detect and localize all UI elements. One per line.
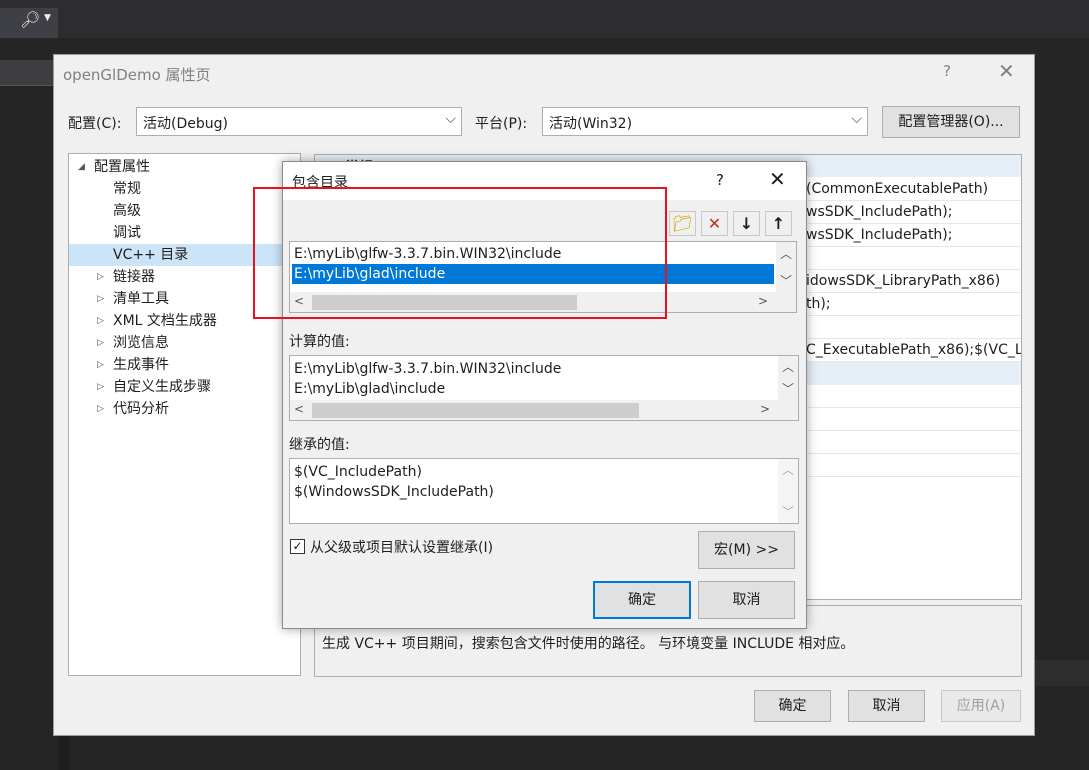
computed-values-label: 计算的值: [289, 334, 350, 350]
grid-value: C_ExecutablePath_x86);$(VC_L [806, 342, 1022, 358]
expanded-arrow-icon: ◢ [78, 162, 85, 172]
help-button[interactable]: ? [943, 62, 951, 80]
platform-label: 平台(P): [475, 116, 528, 132]
platform-select-value: 活动(Win32) [549, 116, 633, 132]
grid-value: wsSDK_IncludePath); [806, 227, 953, 243]
description-text: 生成 VC++ 项目期间，搜索包含文件时使用的路径。 与环境变量 INCLUDE… [322, 636, 855, 652]
tree-item-browse-info[interactable]: ▷ 浏览信息 [69, 332, 300, 354]
config-label: 配置(C): [68, 116, 122, 132]
grid-value: (CommonExecutablePath) [806, 181, 989, 197]
platform-select[interactable]: 活动(Win32) ⌵ [542, 107, 868, 136]
close-icon[interactable]: ✕ [769, 167, 786, 191]
config-select[interactable]: 活动(Debug) ⌵ [136, 107, 462, 136]
list-item: $(WindowsSDK_IncludePath) [294, 484, 494, 500]
tree-item-label: 生成事件 [113, 357, 169, 373]
ide-scroll-strip [59, 736, 69, 770]
scroll-up-icon[interactable]: ︿ [782, 358, 794, 375]
collapsed-arrow-icon: ▷ [97, 272, 104, 282]
new-folder-icon[interactable]: 📁︎ [669, 211, 696, 236]
close-icon[interactable]: ✕ [998, 59, 1015, 83]
vertical-scrollbar[interactable]: ︿ ﹀ [778, 356, 798, 400]
inherit-checkbox[interactable]: ✓ [290, 539, 305, 554]
scroll-down-icon[interactable]: ﹀ [780, 272, 792, 289]
delete-icon[interactable]: ✕ [701, 211, 728, 236]
grid-value: th); [806, 296, 831, 312]
cancel-button[interactable]: 取消 [848, 690, 925, 722]
list-item: E:\myLib\glfw-3.3.7.bin.WIN32\include [294, 361, 562, 377]
move-up-icon[interactable]: ↑ [765, 211, 792, 236]
inherited-values-list: $(VC_IncludePath) $(WindowsSDK_IncludePa… [289, 458, 799, 524]
tree-root-label: 配置属性 [94, 159, 150, 175]
scroll-left-icon[interactable]: < [294, 402, 304, 416]
highlight-annotation [253, 187, 667, 319]
ide-side-tab [0, 60, 53, 85]
dialog-title: openGlDemo 属性页 [63, 66, 211, 84]
cancel-button[interactable]: 取消 [698, 581, 795, 619]
ok-button[interactable]: 确定 [593, 581, 691, 619]
tree-root[interactable]: ◢ 配置属性 [69, 156, 300, 178]
collapsed-arrow-icon: ▷ [97, 360, 104, 370]
scroll-right-icon[interactable]: > [760, 402, 770, 416]
collapsed-arrow-icon: ▷ [97, 382, 104, 392]
tree-item-label: 自定义生成步骤 [113, 379, 211, 395]
inherit-checkbox-label[interactable]: 从父级或项目默认设置继承(I) [310, 537, 493, 557]
search-icon[interactable]: 🔎︎ [20, 10, 40, 29]
list-item: E:\myLib\glad\include [294, 381, 446, 397]
collapsed-arrow-icon: ▷ [97, 316, 104, 326]
list-item: $(VC_IncludePath) [294, 464, 422, 480]
tree-item-label: XML 文档生成器 [113, 313, 217, 329]
grid-value: idowsSDK_LibraryPath_x86) [806, 273, 1001, 289]
ide-right-panel [1035, 660, 1089, 686]
tree-item-label: 链接器 [113, 269, 155, 285]
ide-divider [0, 85, 53, 86]
collapsed-arrow-icon: ▷ [97, 404, 104, 414]
apply-button[interactable]: 应用(A) [941, 690, 1021, 722]
vertical-scrollbar[interactable]: ︿ ﹀ [778, 459, 798, 523]
tree-item-label: 浏览信息 [113, 335, 169, 351]
scroll-down-icon[interactable]: ﹀ [782, 503, 794, 520]
scroll-down-icon[interactable]: ﹀ [782, 380, 794, 397]
horizontal-scrollbar[interactable]: < > [290, 400, 798, 420]
collapsed-arrow-icon: ▷ [97, 338, 104, 348]
scroll-up-icon[interactable]: ︿ [782, 461, 794, 478]
chevron-down-icon: ⌵ [851, 111, 862, 127]
computed-values-list: E:\myLib\glfw-3.3.7.bin.WIN32\include E:… [289, 355, 799, 421]
scrollbar-thumb[interactable] [312, 403, 639, 418]
ok-button[interactable]: 确定 [754, 690, 831, 722]
tree-item-label: 代码分析 [113, 401, 169, 417]
chevron-down-icon[interactable]: ▼ [44, 13, 51, 23]
move-down-icon[interactable]: ↓ [733, 211, 760, 236]
tree-item-label: 调试 [113, 225, 141, 241]
tree-item-build-events[interactable]: ▷ 生成事件 [69, 354, 300, 376]
tree-item-label: 清单工具 [113, 291, 169, 307]
config-select-value: 活动(Debug) [143, 116, 228, 132]
vertical-scrollbar[interactable]: ︿ ﹀ [776, 242, 796, 292]
chevron-down-icon: ⌵ [445, 111, 456, 127]
collapsed-arrow-icon: ▷ [97, 294, 104, 304]
macros-button[interactable]: 宏(M) >> [698, 531, 795, 569]
grid-value: wsSDK_IncludePath); [806, 204, 953, 220]
help-button[interactable]: ? [716, 171, 724, 189]
scroll-up-icon[interactable]: ︿ [780, 245, 792, 262]
tree-item-label: VC++ 目录 [113, 247, 189, 263]
tree-item-code-analysis[interactable]: ▷ 代码分析 [69, 398, 300, 420]
tree-item-label: 高级 [113, 203, 141, 219]
tree-item-custom-build-step[interactable]: ▷ 自定义生成步骤 [69, 376, 300, 398]
inherited-values-label: 继承的值: [289, 437, 350, 453]
tree-item-label: 常规 [113, 181, 141, 197]
config-manager-button[interactable]: 配置管理器(O)... [882, 106, 1020, 138]
ide-toolbar [0, 0, 1089, 38]
scroll-right-icon[interactable]: > [758, 294, 768, 308]
